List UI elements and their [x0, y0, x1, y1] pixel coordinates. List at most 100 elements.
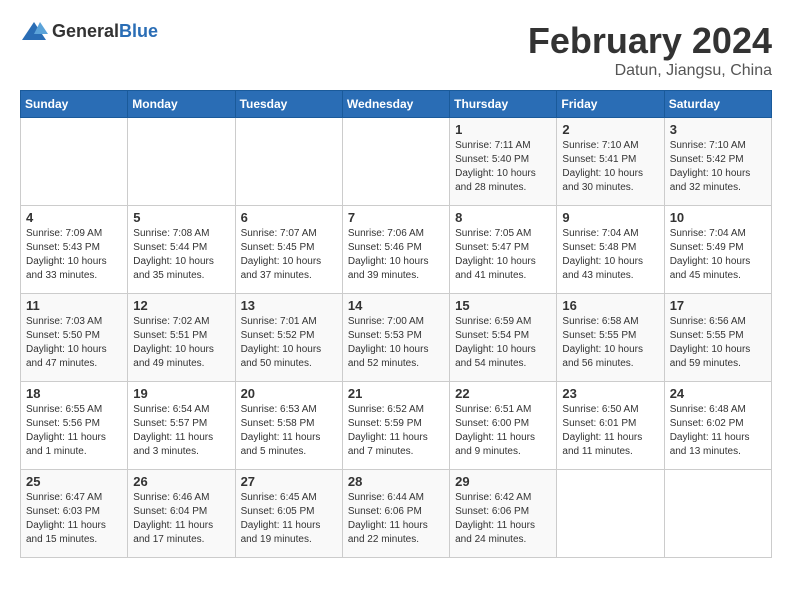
day-number: 29 [455, 474, 551, 489]
day-info: Sunrise: 7:04 AM Sunset: 5:49 PM Dayligh… [670, 227, 766, 283]
day-info: Sunrise: 7:11 AM Sunset: 5:40 PM Dayligh… [455, 139, 551, 195]
logo-icon [20, 20, 48, 42]
day-info: Sunrise: 6:52 AM Sunset: 5:59 PM Dayligh… [348, 403, 444, 459]
day-info: Sunrise: 7:06 AM Sunset: 5:46 PM Dayligh… [348, 227, 444, 283]
weekday-header: Monday [128, 91, 235, 118]
day-number: 4 [26, 210, 122, 225]
day-number: 9 [562, 210, 658, 225]
day-info: Sunrise: 6:48 AM Sunset: 6:02 PM Dayligh… [670, 403, 766, 459]
day-info: Sunrise: 7:01 AM Sunset: 5:52 PM Dayligh… [241, 315, 337, 371]
calendar-cell: 5 Sunrise: 7:08 AM Sunset: 5:44 PM Daylig… [128, 206, 235, 294]
calendar-cell: 25 Sunrise: 6:47 AM Sunset: 6:03 PM Dayli… [21, 470, 128, 558]
weekday-header: Sunday [21, 91, 128, 118]
day-number: 17 [670, 298, 766, 313]
day-info: Sunrise: 6:47 AM Sunset: 6:03 PM Dayligh… [26, 491, 122, 547]
logo-blue-text: Blue [119, 21, 158, 41]
calendar-cell: 20 Sunrise: 6:53 AM Sunset: 5:58 PM Dayli… [235, 382, 342, 470]
calendar-cell: 17 Sunrise: 6:56 AM Sunset: 5:55 PM Dayli… [664, 294, 771, 382]
day-info: Sunrise: 7:03 AM Sunset: 5:50 PM Dayligh… [26, 315, 122, 371]
calendar-cell: 28 Sunrise: 6:44 AM Sunset: 6:06 PM Dayli… [342, 470, 449, 558]
calendar-cell: 27Sunrise: 6:45 AM Sunset: 6:05 PM Dayli… [235, 470, 342, 558]
day-number: 15 [455, 298, 551, 313]
calendar-cell: 2 Sunrise: 7:10 AM Sunset: 5:41 PM Daylig… [557, 118, 664, 206]
calendar-title: February 2024 [528, 20, 772, 62]
calendar-cell: 24 Sunrise: 6:48 AM Sunset: 6:02 PM Dayli… [664, 382, 771, 470]
day-info: Sunrise: 6:45 AM Sunset: 6:05 PM Dayligh… [241, 491, 337, 547]
calendar-cell: 7 Sunrise: 7:06 AM Sunset: 5:46 PM Daylig… [342, 206, 449, 294]
weekday-header: Saturday [664, 91, 771, 118]
calendar-cell [21, 118, 128, 206]
calendar-week-row: 4 Sunrise: 7:09 AM Sunset: 5:43 PM Daylig… [21, 206, 772, 294]
calendar-cell: 21 Sunrise: 6:52 AM Sunset: 5:59 PM Dayli… [342, 382, 449, 470]
day-info: Sunrise: 6:51 AM Sunset: 6:00 PM Dayligh… [455, 403, 551, 459]
calendar-cell: 3Sunrise: 7:10 AM Sunset: 5:42 PM Daylig… [664, 118, 771, 206]
day-info: Sunrise: 6:53 AM Sunset: 5:58 PM Dayligh… [241, 403, 337, 459]
day-number: 7 [348, 210, 444, 225]
day-number: 6 [241, 210, 337, 225]
day-info: Sunrise: 7:08 AM Sunset: 5:44 PM Dayligh… [133, 227, 229, 283]
logo-general-text: General [52, 21, 119, 41]
day-number: 20 [241, 386, 337, 401]
calendar-cell: 8 Sunrise: 7:05 AM Sunset: 5:47 PM Daylig… [450, 206, 557, 294]
calendar-cell: 29 Sunrise: 6:42 AM Sunset: 6:06 PM Dayli… [450, 470, 557, 558]
calendar-cell [235, 118, 342, 206]
logo: GeneralBlue [20, 20, 158, 42]
day-info: Sunrise: 6:44 AM Sunset: 6:06 PM Dayligh… [348, 491, 444, 547]
day-info: Sunrise: 6:59 AM Sunset: 5:54 PM Dayligh… [455, 315, 551, 371]
day-info: Sunrise: 6:46 AM Sunset: 6:04 PM Dayligh… [133, 491, 229, 547]
day-info: Sunrise: 7:10 AM Sunset: 5:42 PM Dayligh… [670, 139, 766, 195]
calendar-cell: 22 Sunrise: 6:51 AM Sunset: 6:00 PM Dayli… [450, 382, 557, 470]
day-info: Sunrise: 7:02 AM Sunset: 5:51 PM Dayligh… [133, 315, 229, 371]
day-info: Sunrise: 7:00 AM Sunset: 5:53 PM Dayligh… [348, 315, 444, 371]
weekday-header: Tuesday [235, 91, 342, 118]
header-row: SundayMondayTuesdayWednesdayThursdayFrid… [21, 91, 772, 118]
day-number: 2 [562, 122, 658, 137]
day-info: Sunrise: 6:50 AM Sunset: 6:01 PM Dayligh… [562, 403, 658, 459]
calendar-week-row: 25 Sunrise: 6:47 AM Sunset: 6:03 PM Dayli… [21, 470, 772, 558]
day-number: 13 [241, 298, 337, 313]
day-info: Sunrise: 7:04 AM Sunset: 5:48 PM Dayligh… [562, 227, 658, 283]
day-info: Sunrise: 6:56 AM Sunset: 5:55 PM Dayligh… [670, 315, 766, 371]
title-block: February 2024 Datun, Jiangsu, China [528, 20, 772, 80]
calendar-cell [557, 470, 664, 558]
day-number: 25 [26, 474, 122, 489]
calendar-cell [128, 118, 235, 206]
day-info: Sunrise: 6:54 AM Sunset: 5:57 PM Dayligh… [133, 403, 229, 459]
day-info: Sunrise: 6:42 AM Sunset: 6:06 PM Dayligh… [455, 491, 551, 547]
day-info: Sunrise: 7:09 AM Sunset: 5:43 PM Dayligh… [26, 227, 122, 283]
calendar-cell: 15 Sunrise: 6:59 AM Sunset: 5:54 PM Dayli… [450, 294, 557, 382]
day-info: Sunrise: 6:58 AM Sunset: 5:55 PM Dayligh… [562, 315, 658, 371]
calendar-cell: 9 Sunrise: 7:04 AM Sunset: 5:48 PM Daylig… [557, 206, 664, 294]
calendar-cell: 26Sunrise: 6:46 AM Sunset: 6:04 PM Dayli… [128, 470, 235, 558]
calendar-table: SundayMondayTuesdayWednesdayThursdayFrid… [20, 90, 772, 558]
calendar-week-row: 11 Sunrise: 7:03 AM Sunset: 5:50 PM Dayli… [21, 294, 772, 382]
day-number: 18 [26, 386, 122, 401]
day-info: Sunrise: 7:07 AM Sunset: 5:45 PM Dayligh… [241, 227, 337, 283]
day-number: 28 [348, 474, 444, 489]
day-number: 21 [348, 386, 444, 401]
calendar-cell: 10 Sunrise: 7:04 AM Sunset: 5:49 PM Dayli… [664, 206, 771, 294]
calendar-cell: 13 Sunrise: 7:01 AM Sunset: 5:52 PM Dayli… [235, 294, 342, 382]
calendar-cell [342, 118, 449, 206]
day-number: 22 [455, 386, 551, 401]
day-number: 19 [133, 386, 229, 401]
day-number: 11 [26, 298, 122, 313]
calendar-cell: 18Sunrise: 6:55 AM Sunset: 5:56 PM Dayli… [21, 382, 128, 470]
day-number: 16 [562, 298, 658, 313]
calendar-cell: 1Sunrise: 7:11 AM Sunset: 5:40 PM Daylig… [450, 118, 557, 206]
calendar-cell: 14 Sunrise: 7:00 AM Sunset: 5:53 PM Dayli… [342, 294, 449, 382]
calendar-cell: 11 Sunrise: 7:03 AM Sunset: 5:50 PM Dayli… [21, 294, 128, 382]
day-number: 10 [670, 210, 766, 225]
calendar-cell: 4 Sunrise: 7:09 AM Sunset: 5:43 PM Daylig… [21, 206, 128, 294]
day-number: 14 [348, 298, 444, 313]
weekday-header: Wednesday [342, 91, 449, 118]
calendar-cell [664, 470, 771, 558]
calendar-location: Datun, Jiangsu, China [528, 62, 772, 80]
day-number: 5 [133, 210, 229, 225]
day-info: Sunrise: 7:10 AM Sunset: 5:41 PM Dayligh… [562, 139, 658, 195]
day-number: 24 [670, 386, 766, 401]
day-info: Sunrise: 7:05 AM Sunset: 5:47 PM Dayligh… [455, 227, 551, 283]
weekday-header: Friday [557, 91, 664, 118]
day-number: 8 [455, 210, 551, 225]
calendar-cell: 6 Sunrise: 7:07 AM Sunset: 5:45 PM Daylig… [235, 206, 342, 294]
